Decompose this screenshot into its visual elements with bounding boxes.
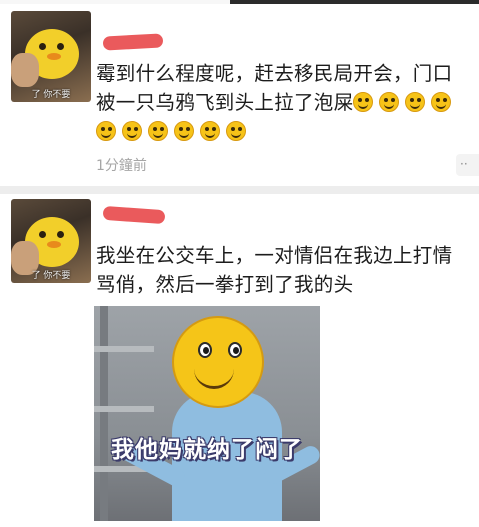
smile-emoji-icon (405, 92, 426, 112)
smile-emoji-icon (431, 92, 452, 112)
post-line: 我坐在公交车上，一对情侣在我边上打情 (96, 244, 453, 267)
smiley-face-icon (172, 316, 264, 408)
smile-emoji-icon (122, 121, 142, 141)
post-card: 了 你不要 霉到什么程度呢，赶去移民局开会，门口 被一只乌鸦飞到头上拉了泡屎 1… (0, 4, 479, 186)
post-line-text: 被一只乌鸦飞到头上拉了泡屎 (96, 91, 354, 114)
smile-emoji-icon (353, 92, 374, 112)
avatar-caption: 了 你不要 (31, 271, 71, 281)
post-card: 了 你不要 我坐在公交车上，一对情侣在我边上打情 骂俏，然后一拳打到了我的头 我… (0, 194, 479, 527)
shelf (94, 346, 154, 352)
post-text: 霉到什么程度呢，赶去移民局开会，门口 被一只乌鸦飞到头上拉了泡屎 (96, 59, 457, 146)
eye (228, 342, 242, 358)
post-line: 骂俏，然后一拳打到了我的头 (96, 273, 354, 296)
hand-image (11, 53, 39, 87)
smile-emoji-icon (379, 92, 400, 112)
avatar-caption: 了 你不要 (31, 90, 71, 100)
eye (198, 342, 212, 358)
avatar[interactable]: 了 你不要 (11, 199, 91, 283)
emoji-row (96, 117, 457, 146)
meme-image[interactable]: 我他妈就纳了闷了 (94, 306, 320, 521)
shelf (94, 406, 154, 412)
chick-beak (47, 241, 61, 248)
shelf-rack (100, 306, 108, 521)
smile-emoji-icon (226, 121, 246, 141)
post-timestamp: 1分鐘前 (96, 158, 147, 174)
post-text: 我坐在公交车上，一对情侣在我边上打情 骂俏，然后一拳打到了我的头 (96, 241, 452, 299)
smile-emoji-icon (148, 121, 168, 141)
more-options-button[interactable]: ·· (456, 154, 479, 176)
post-line-with-emoji: 被一只乌鸦飞到头上拉了泡屎 (96, 88, 457, 117)
redacted-username[interactable] (102, 205, 166, 225)
avatar[interactable]: 了 你不要 (11, 11, 91, 102)
redacted-username[interactable] (102, 33, 164, 51)
post-line: 霉到什么程度呢，赶去移民局开会，门口 (96, 62, 453, 85)
mouth (194, 364, 234, 389)
smile-emoji-icon (174, 121, 194, 141)
chick-beak (47, 53, 61, 60)
meme-caption: 我他妈就纳了闷了 (111, 437, 303, 463)
inline-emoji-row (353, 91, 457, 114)
smile-emoji-icon (200, 121, 220, 141)
smile-emoji-icon (96, 121, 116, 141)
